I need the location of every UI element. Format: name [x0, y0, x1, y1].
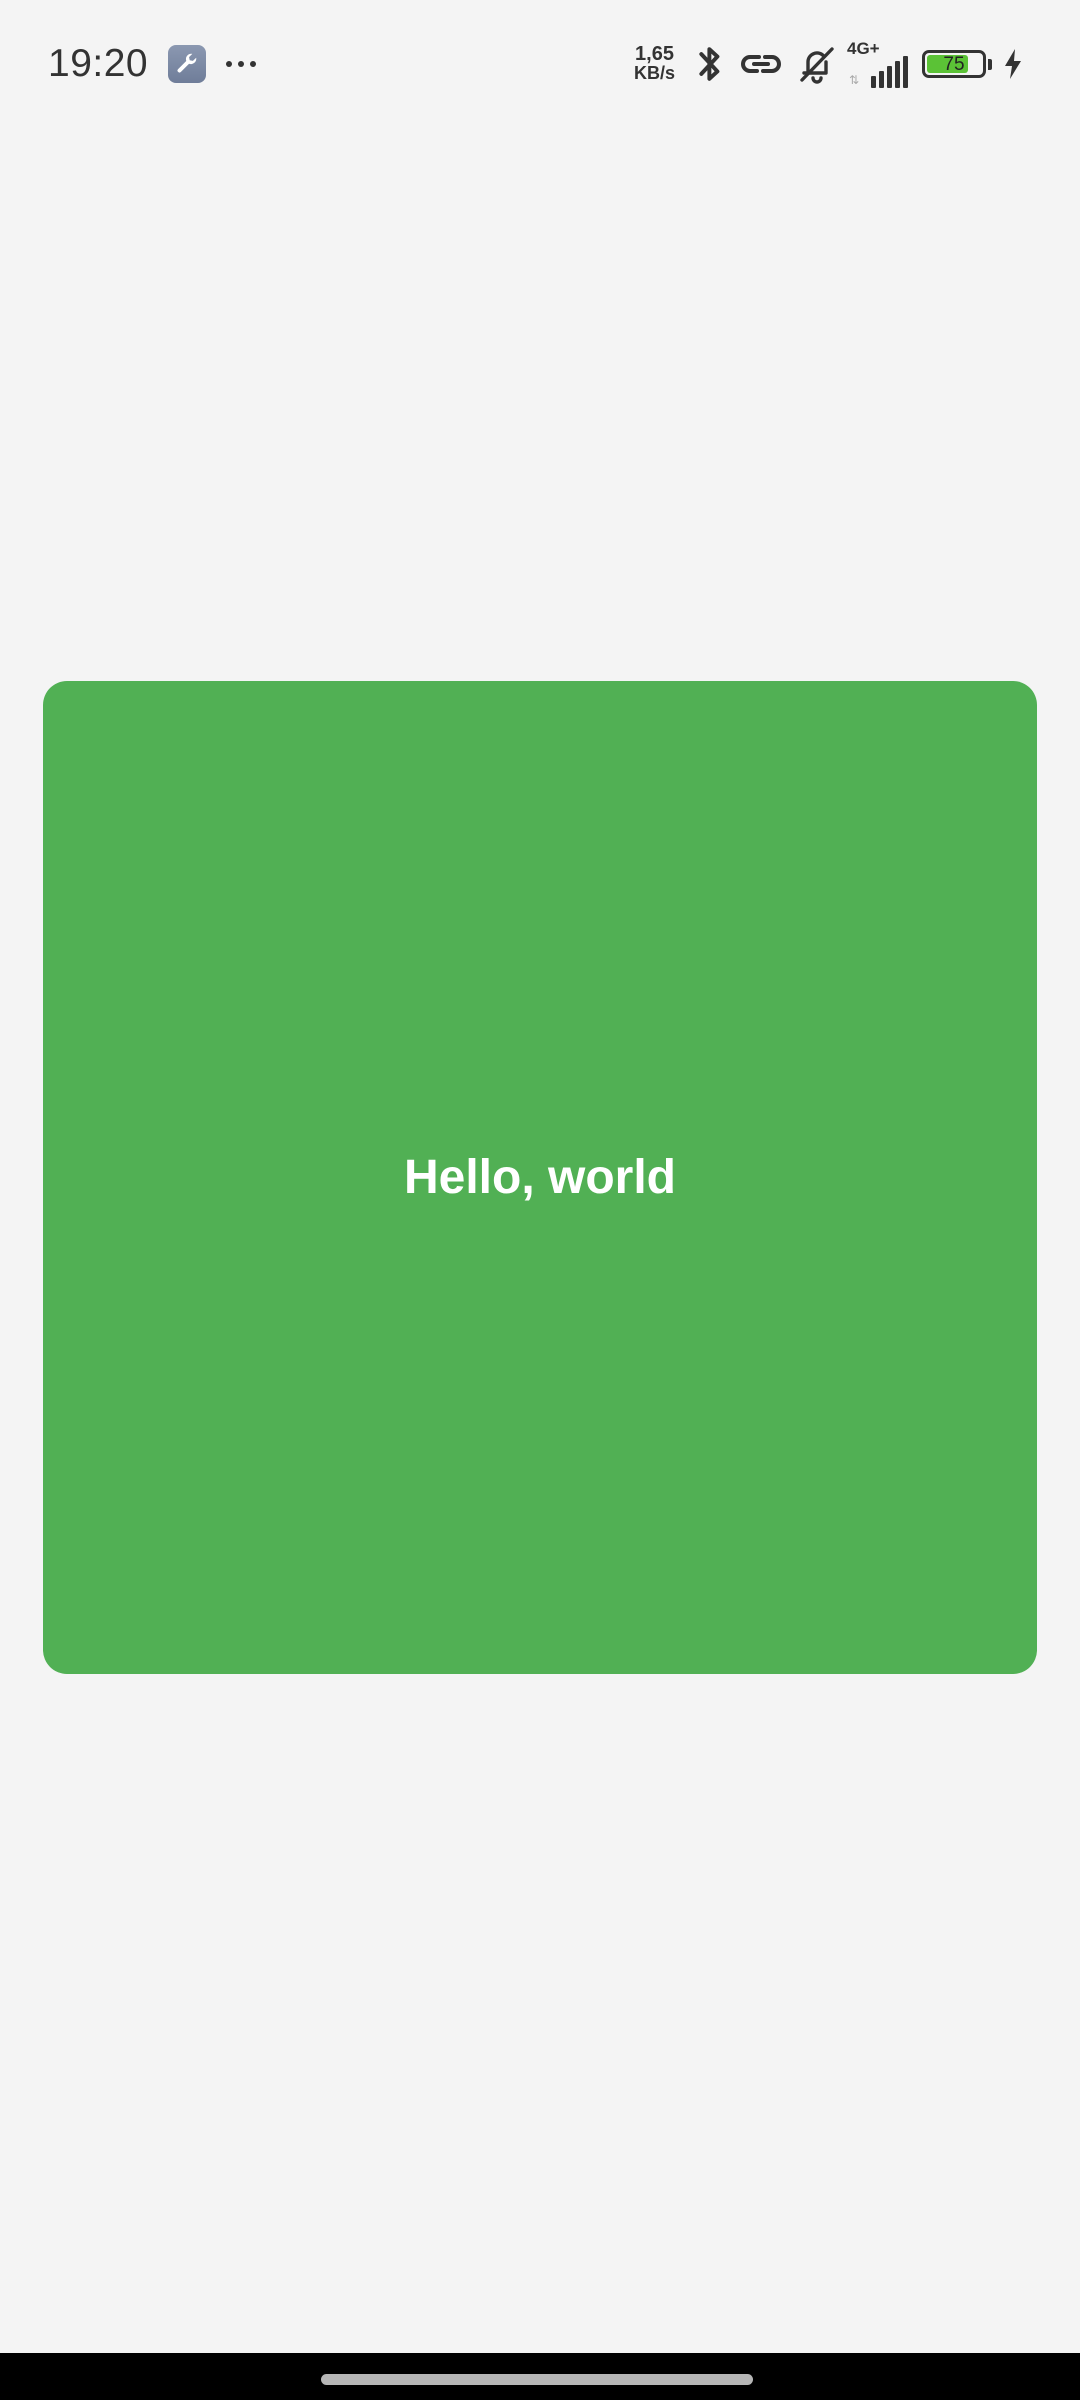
status-bar-left: 19:20: [48, 36, 257, 92]
link-icon: [737, 46, 785, 82]
bluetooth-icon: [695, 43, 725, 85]
card-text: Hello, world: [403, 1151, 676, 1204]
status-bar: 19:20 1,65 KB/s 4G+ ⇅ 75: [0, 0, 1080, 128]
data-activity-icon: ⇅: [849, 73, 860, 87]
network-speed: 1,65 KB/s: [633, 43, 675, 83]
network-type: 4G+: [847, 39, 880, 58]
hello-card: Hello, world: [43, 681, 1037, 1674]
status-bar-right: 1,65 KB/s 4G+ ⇅ 75: [634, 34, 1024, 94]
network-speed-value: 1,65: [635, 43, 674, 65]
battery-cap: [988, 58, 992, 70]
network-speed-unit: KB/s: [633, 63, 675, 83]
home-indicator[interactable]: [321, 2374, 753, 2385]
battery-level: 75: [943, 53, 965, 75]
signal-bars: [871, 56, 908, 88]
bell-off-icon: [797, 43, 837, 85]
wrench-icon: [168, 45, 207, 83]
more-dots-icon: [226, 61, 257, 67]
status-time: 19:20: [48, 42, 149, 85]
navigation-bar: [0, 2353, 1080, 2400]
battery-body: 75: [922, 50, 986, 78]
charging-bolt-icon: [1002, 48, 1024, 80]
battery-icon: 75: [922, 50, 992, 78]
cellular-signal-icon: 4G+ ⇅: [847, 40, 908, 88]
